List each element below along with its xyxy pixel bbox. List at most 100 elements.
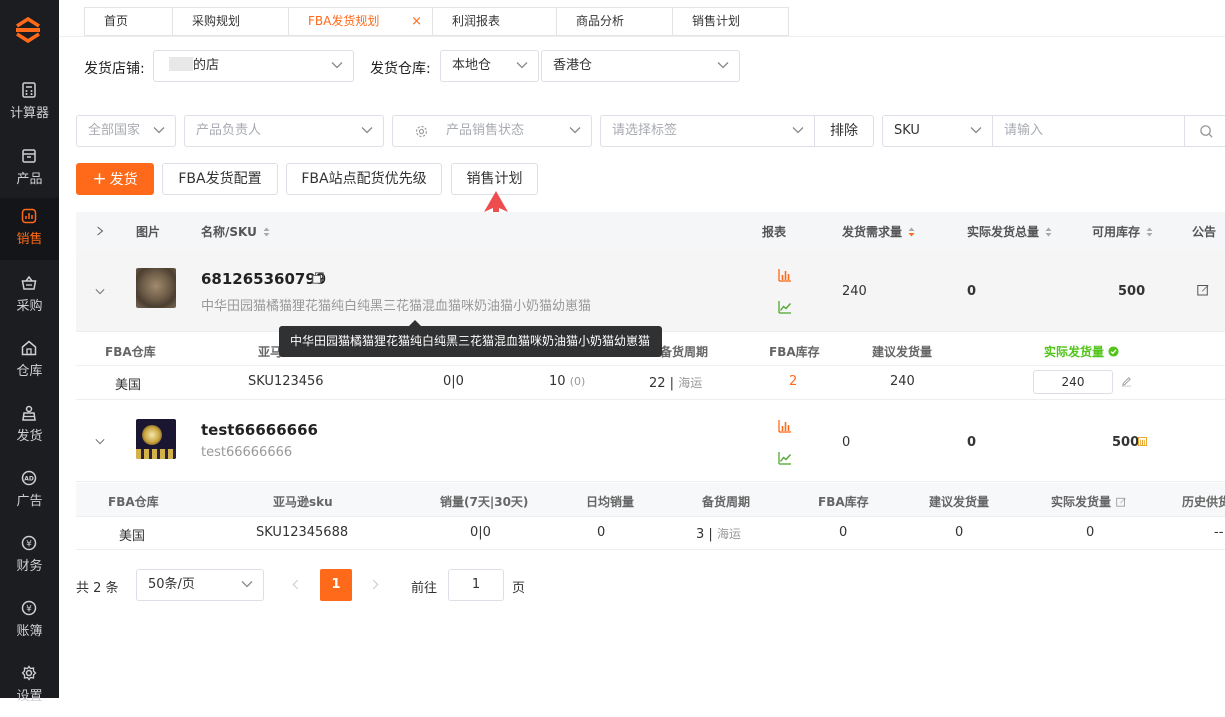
sub-header-fba-stock: FBA库存 xyxy=(769,345,820,359)
sidebar-item-finance[interactable]: ¥ 财务 xyxy=(0,525,59,587)
available-value: 500 xyxy=(1112,435,1140,450)
plus-icon: + xyxy=(92,169,107,189)
stock-detail-icon[interactable] xyxy=(1138,437,1147,446)
warehouse-type-select[interactable]: 本地仓 xyxy=(440,50,539,82)
tab-home[interactable]: 首页 xyxy=(84,7,172,36)
ship-button[interactable]: + 发货 xyxy=(76,163,154,195)
sku-code: test66666666 xyxy=(201,421,318,439)
warehouse-select[interactable]: 香港仓 xyxy=(541,50,740,82)
search-field-select[interactable]: SKU xyxy=(882,115,993,147)
sub-header-actual: 实际发货量 xyxy=(1044,343,1119,360)
sub-header-fba-warehouse: FBA仓库 xyxy=(105,345,156,359)
column-header-demand[interactable]: 发货需求量 xyxy=(842,223,915,240)
sub-cycle-mode: 海运 xyxy=(678,376,703,390)
actual-total-value: 0 xyxy=(967,284,977,299)
demand-value: 0 xyxy=(842,435,851,450)
exclude-label: 排除 xyxy=(830,123,858,139)
sub-fba-stock[interactable]: 2 xyxy=(789,374,797,389)
pencil-icon[interactable] xyxy=(1121,376,1132,387)
table-row xyxy=(76,402,1225,482)
page-tabs: 首页 采购规划 FBA发货规划 × 利润报表 商品分析 销售计划 xyxy=(84,7,789,36)
gear-icon xyxy=(21,665,37,681)
store-select[interactable]: 的店 xyxy=(153,50,354,82)
trend-line-report-icon[interactable] xyxy=(778,300,792,314)
blurred-store-prefix xyxy=(169,57,193,71)
search-icon[interactable] xyxy=(1199,124,1214,139)
fba-config-label: FBA发货配置 xyxy=(178,171,262,187)
copy-icon[interactable] xyxy=(312,272,324,284)
warehouse-value: 香港仓 xyxy=(553,58,593,73)
column-header-label: 可用库存 xyxy=(1092,225,1141,239)
column-header-actual-total[interactable]: 实际发货总量 xyxy=(967,223,1052,240)
sidebar-item-ads[interactable]: AD 广告 xyxy=(0,460,59,522)
owner-select[interactable]: 产品负责人 xyxy=(184,115,384,147)
product-image[interactable] xyxy=(136,268,176,308)
collapse-row-icon[interactable] xyxy=(95,288,105,295)
calculator-icon xyxy=(22,82,36,98)
sidebar-item-calculator[interactable]: 计算器 xyxy=(0,72,59,134)
bar-chart-report-icon[interactable] xyxy=(778,268,792,282)
sidebar-item-label: 产品 xyxy=(16,172,43,187)
tooltip-arrow xyxy=(409,320,421,326)
sub-sales: 0|0 xyxy=(443,374,464,389)
sku-code: 681265360799 xyxy=(201,270,326,288)
expand-all-icon[interactable] xyxy=(96,225,104,237)
sidebar-item-product[interactable]: 产品 xyxy=(0,138,59,200)
bar-chart-report-icon[interactable] xyxy=(778,419,792,433)
edit-icon[interactable] xyxy=(1116,497,1126,507)
sort-icon xyxy=(263,227,270,237)
trend-line-report-icon[interactable] xyxy=(778,451,792,465)
sales-status-select[interactable]: 产品销售状态 xyxy=(392,115,592,147)
sub-header-amazon-sku: 亚马逊sku xyxy=(273,495,333,509)
sidebar-item-warehouse[interactable]: 仓库 xyxy=(0,330,59,392)
tab-sales-plan[interactable]: 销售计划 xyxy=(672,7,789,36)
fba-site-priority-button[interactable]: FBA站点配货优先级 xyxy=(286,163,442,195)
search-input[interactable]: 请输入 xyxy=(992,115,1225,147)
column-header-label: 实际发货总量 xyxy=(967,225,1040,239)
exclude-button[interactable]: 排除 xyxy=(814,115,874,147)
chevron-down-icon xyxy=(970,127,982,134)
tab-product-analysis[interactable]: 商品分析 xyxy=(556,7,672,36)
sidebar-item-sales[interactable]: 销售 xyxy=(0,198,59,260)
page-size-select[interactable]: 50条/页 xyxy=(136,569,264,601)
goto-label: 前往 xyxy=(411,581,438,596)
country-placeholder: 全部国家 xyxy=(88,123,141,138)
sub-table-row xyxy=(76,517,1225,550)
tag-select[interactable]: 请选择标签 xyxy=(600,115,815,147)
prev-page-icon[interactable] xyxy=(292,579,299,590)
column-header-label: 名称/SKU xyxy=(201,225,257,239)
sidebar-item-settings[interactable]: 设置 xyxy=(0,655,59,717)
goto-page-value: 1 xyxy=(471,577,481,592)
next-page-icon[interactable] xyxy=(372,579,379,590)
sidebar-item-purchase[interactable]: 采购 xyxy=(0,265,59,327)
actual-quantity-input[interactable]: 240 xyxy=(1033,370,1113,394)
tab-purchase-plan[interactable]: 采购规划 xyxy=(172,7,288,36)
column-header-available[interactable]: 可用库存 xyxy=(1092,223,1153,240)
sub-header-label: 实际发货量 xyxy=(1051,495,1112,509)
sidebar-item-shipping[interactable]: 发货 xyxy=(0,395,59,457)
column-header-image: 图片 xyxy=(136,225,161,239)
collapse-row-icon[interactable] xyxy=(95,438,105,445)
sidebar: 计算器 产品 销售 采购 仓库 发货 AD 广告 ¥ 财务 ¥ 账簿 设置 xyxy=(0,0,59,704)
edit-icon[interactable] xyxy=(1197,284,1209,296)
chevron-down-icon xyxy=(153,127,165,134)
product-image[interactable] xyxy=(136,419,176,459)
fba-config-button[interactable]: FBA发货配置 xyxy=(162,163,278,195)
country-select[interactable]: 全部国家 xyxy=(76,115,176,147)
column-header-notice: 公告 xyxy=(1192,225,1217,239)
tab-close-icon[interactable]: × xyxy=(411,8,422,35)
goto-page-input[interactable]: 1 xyxy=(448,569,504,601)
app-logo-icon[interactable] xyxy=(14,16,42,44)
sidebar-item-ledger[interactable]: ¥ 账簿 xyxy=(0,590,59,652)
tab-label: 销售计划 xyxy=(692,14,741,28)
tab-profit-report[interactable]: 利润报表 xyxy=(432,7,556,36)
sub-cycle-value: 3 xyxy=(696,527,705,542)
chevron-down-icon xyxy=(361,127,373,134)
sidebar-item-label: 发货 xyxy=(16,429,43,444)
sub-cycle: 22 | 海运 xyxy=(649,376,703,391)
column-header-name-sku[interactable]: 名称/SKU xyxy=(201,223,270,240)
tab-fba-shipping-plan[interactable]: FBA发货规划 × xyxy=(288,7,432,36)
sort-icon xyxy=(1045,227,1052,237)
page-1-button[interactable]: 1 xyxy=(320,569,352,601)
product-name-tooltip: 中华田园猫橘猫狸花猫纯白纯黑三花猫混血猫咪奶油猫小奶猫幼崽猫 xyxy=(279,326,662,357)
